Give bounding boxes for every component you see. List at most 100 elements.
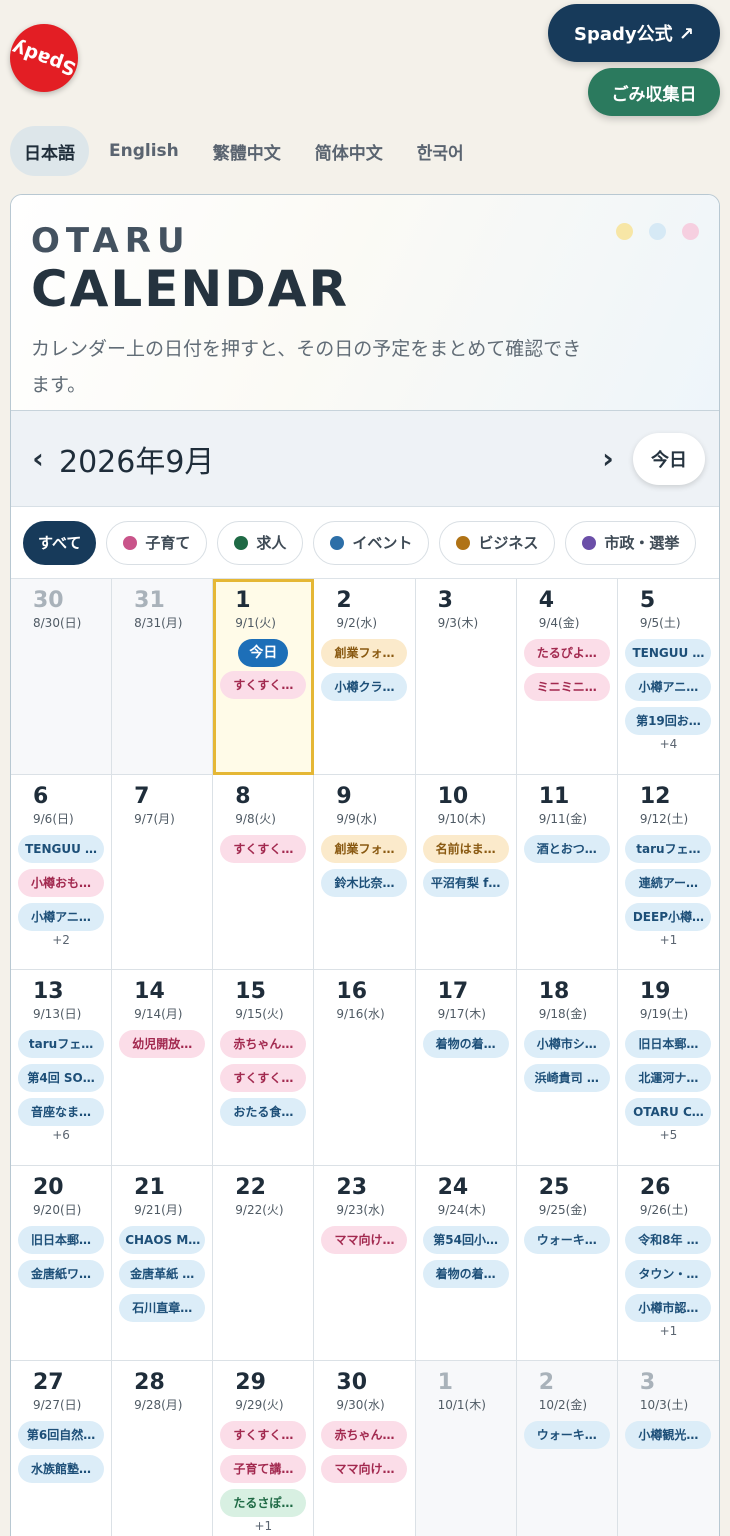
event-pill[interactable]: すくすく… (220, 1064, 307, 1092)
lang-zh-hans[interactable]: 简体中文 (301, 126, 397, 176)
event-pill[interactable]: ミニミニ… (523, 673, 610, 701)
prev-month-icon[interactable]: ‹ (23, 442, 53, 475)
lang-ja[interactable]: 日本語 (10, 126, 89, 176)
event-pill[interactable]: DEEP小樽… (625, 902, 712, 931)
filter-chip[interactable]: 求人 (217, 520, 304, 565)
event-pill[interactable]: 小樽アニ… (625, 673, 712, 701)
event-pill[interactable]: TENGUU … (625, 639, 712, 667)
event-pill[interactable]: 第6回自然… (18, 1421, 105, 1449)
event-pill[interactable]: 浜崎貴司 … (523, 1064, 610, 1092)
event-pill[interactable]: たるさぽ… (220, 1489, 307, 1517)
calendar-day-cell[interactable]: 1 9/1(火) 今日 すくすく… (213, 579, 315, 775)
calendar-day-cell[interactable]: 23 9/23(水) ママ向け… (314, 1165, 416, 1361)
calendar-day-cell[interactable]: 10 9/10(木) 名前はま… 平沼有梨 f… (415, 774, 517, 970)
event-pill[interactable]: taruフェ… (18, 1030, 105, 1058)
event-pill[interactable]: 連続アー… (625, 868, 712, 897)
calendar-day-cell[interactable]: 11 9/11(金) 酒とおつ… (516, 774, 618, 970)
event-pill[interactable]: 小樽観光… (625, 1421, 712, 1449)
calendar-day-cell[interactable]: 20 9/20(日) 旧日本郵… 金唐紙ワ… (11, 1165, 113, 1361)
calendar-day-cell[interactable]: 27 9/27(日) 第6回自然… 水族館塾… (11, 1361, 113, 1536)
event-pill[interactable]: おたる食… (220, 1098, 307, 1126)
calendar-day-cell[interactable]: 1 10/1(木) (415, 1361, 517, 1536)
event-pill[interactable]: 小樽おも… (18, 868, 105, 897)
calendar-day-cell[interactable]: 13 9/13(日) taruフェ… 第4回 SO… 音座なま… +6 (11, 970, 113, 1166)
lang-zh-hant[interactable]: 繁體中文 (199, 126, 295, 176)
calendar-day-cell[interactable]: 2 9/2(水) 創業フォ… 小樽クラ… (314, 579, 416, 775)
event-pill[interactable]: 第4回 SO… (18, 1064, 105, 1092)
garbage-day-button[interactable]: ごみ収集日 (588, 68, 720, 116)
event-pill[interactable]: すくすく… (220, 834, 307, 863)
calendar-day-cell[interactable]: 21 9/21(月) CHAOS M… 金唐革紙 … 石川直章… (112, 1165, 214, 1361)
event-pill[interactable]: 金唐革紙 … (119, 1259, 206, 1288)
event-pill[interactable]: 酒とおつ… (523, 834, 610, 863)
event-pill[interactable]: 着物の着… (422, 1030, 509, 1058)
event-pill[interactable]: 第54回小… (422, 1225, 509, 1254)
event-pill[interactable]: 鈴木比奈… (321, 868, 408, 897)
spady-official-button[interactable]: Spady公式 ↗ (548, 4, 720, 62)
event-pill[interactable]: 名前はま… (422, 834, 509, 863)
event-pill[interactable]: 平沼有梨 f… (422, 868, 509, 897)
filter-chip[interactable]: 市政・選挙 (565, 520, 697, 565)
event-pill[interactable]: 水族館塾… (18, 1455, 105, 1483)
calendar-day-cell[interactable]: 5 9/5(土) TENGUU … 小樽アニ… 第19回お… +4 (617, 579, 719, 775)
filter-chip[interactable]: イベント (313, 520, 430, 565)
today-button[interactable]: 今日 (633, 432, 705, 485)
more-events-count[interactable]: +2 (17, 933, 105, 947)
event-pill[interactable]: 音座なま… (18, 1098, 105, 1126)
event-pill[interactable]: 令和8年 … (625, 1225, 712, 1254)
event-pill[interactable]: 小樽クラ… (321, 673, 408, 701)
calendar-day-cell[interactable]: 30 9/30(水) 赤ちゃん… ママ向け… (314, 1361, 416, 1536)
event-pill[interactable]: 赤ちゃん… (321, 1421, 408, 1449)
more-events-count[interactable]: +4 (624, 737, 713, 751)
more-events-count[interactable]: +1 (624, 933, 713, 947)
event-pill[interactable]: 小樽市シ… (523, 1030, 610, 1058)
calendar-day-cell[interactable]: 7 9/7(月) (112, 774, 214, 970)
calendar-day-cell[interactable]: 14 9/14(月) 幼児開放… (112, 970, 214, 1166)
calendar-day-cell[interactable]: 28 9/28(月) (112, 1361, 214, 1536)
event-pill[interactable]: たるぴよ… (523, 639, 610, 667)
event-pill[interactable]: すくすく… (220, 671, 307, 699)
spady-logo[interactable]: Spady (9, 24, 79, 92)
event-pill[interactable]: 旧日本郵… (18, 1225, 105, 1254)
event-pill[interactable]: OTARU C… (625, 1098, 712, 1126)
more-events-count[interactable]: +6 (17, 1128, 105, 1142)
calendar-day-cell[interactable]: 15 9/15(火) 赤ちゃん… すくすく… おたる食… (213, 970, 315, 1166)
calendar-day-cell[interactable]: 25 9/25(金) ウォーキ… (516, 1165, 618, 1361)
event-pill[interactable]: 北運河ナ… (625, 1064, 712, 1092)
event-pill[interactable]: 旧日本郵… (625, 1030, 712, 1058)
event-pill[interactable]: 着物の着… (422, 1259, 509, 1288)
calendar-day-cell[interactable]: 19 9/19(土) 旧日本郵… 北運河ナ… OTARU C… +5 (617, 970, 719, 1166)
calendar-day-cell[interactable]: 31 8/31(月) (112, 579, 214, 775)
calendar-day-cell[interactable]: 3 10/3(土) 小樽観光… (617, 1361, 719, 1536)
calendar-day-cell[interactable]: 12 9/12(土) taruフェ… 連続アー… DEEP小樽… +1 (617, 774, 719, 970)
calendar-day-cell[interactable]: 29 9/29(火) すくすく… 子育て講… たるさぽ… +1 (213, 1361, 315, 1536)
event-pill[interactable]: 金唐紙ワ… (18, 1259, 105, 1288)
event-pill[interactable]: 創業フォ… (321, 834, 408, 863)
event-pill[interactable]: ママ向け… (321, 1225, 408, 1254)
calendar-day-cell[interactable]: 30 8/30(日) (11, 579, 113, 775)
filter-chip[interactable]: ビジネス (439, 520, 556, 565)
event-pill[interactable]: 石川直章… (119, 1293, 206, 1322)
event-pill[interactable]: 第19回お… (625, 707, 712, 735)
event-pill[interactable]: 小樽市認… (625, 1293, 712, 1322)
event-pill[interactable]: 小樽アニ… (18, 902, 105, 931)
calendar-day-cell[interactable]: 2 10/2(金) ウォーキ… (516, 1361, 618, 1536)
lang-en[interactable]: English (95, 126, 193, 176)
calendar-day-cell[interactable]: 18 9/18(金) 小樽市シ… 浜崎貴司 … (516, 970, 618, 1166)
calendar-day-cell[interactable]: 24 9/24(木) 第54回小… 着物の着… (415, 1165, 517, 1361)
more-events-count[interactable]: +1 (624, 1324, 713, 1338)
lang-ko[interactable]: 한국어 (403, 126, 478, 176)
event-pill[interactable]: ママ向け… (321, 1455, 408, 1483)
filter-chip[interactable]: すべて (23, 520, 97, 565)
event-pill[interactable]: CHAOS M… (119, 1225, 206, 1254)
event-pill[interactable]: 赤ちゃん… (220, 1030, 307, 1058)
event-pill[interactable]: ウォーキ… (523, 1225, 610, 1254)
event-pill[interactable]: TENGUU … (18, 834, 105, 863)
calendar-day-cell[interactable]: 3 9/3(木) (415, 579, 517, 775)
event-pill[interactable]: 創業フォ… (321, 639, 408, 667)
event-pill[interactable]: タウン・… (625, 1259, 712, 1288)
more-events-count[interactable]: +5 (624, 1128, 713, 1142)
event-pill[interactable]: 子育て講… (220, 1455, 307, 1483)
more-events-count[interactable]: +1 (219, 1519, 307, 1533)
event-pill[interactable]: すくすく… (220, 1421, 307, 1449)
